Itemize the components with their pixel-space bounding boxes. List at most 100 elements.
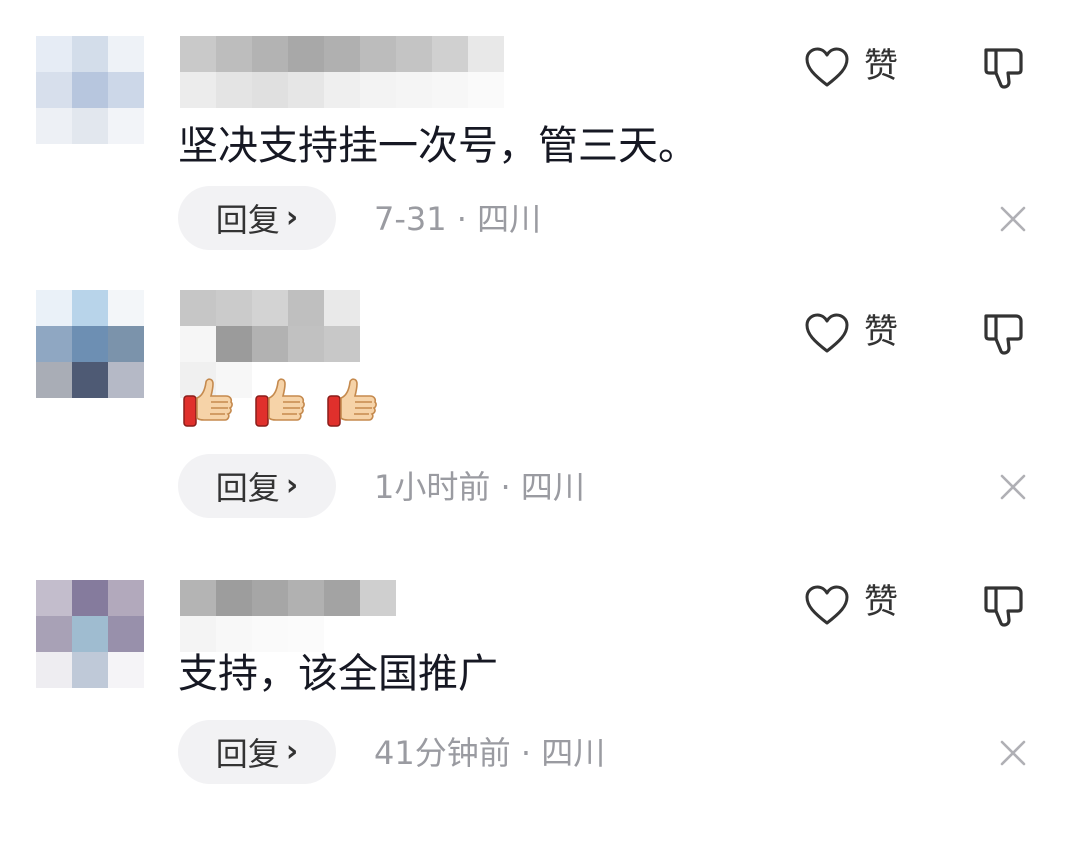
username-pixel <box>180 72 216 108</box>
comment-item: 坚决支持挂一次号，管三天。 赞 回复 › 7-31 · 四川 <box>0 36 1080 306</box>
username-pixel <box>252 290 288 326</box>
username-pixel <box>396 72 432 108</box>
username-pixel <box>216 326 252 362</box>
username-pixel <box>288 580 324 616</box>
avatar-pixel <box>36 36 72 72</box>
dislike-icon[interactable] <box>980 310 1026 356</box>
chevron-right-icon: › <box>285 733 299 769</box>
thumbs-up-icon <box>183 378 233 427</box>
username-pixel <box>324 580 360 616</box>
like-label[interactable]: 赞 <box>864 307 898 357</box>
chevron-right-icon: › <box>285 199 299 235</box>
username-pixel <box>180 290 216 326</box>
username-blurred[interactable] <box>180 36 510 108</box>
username-blurred[interactable] <box>180 580 400 652</box>
heart-icon[interactable] <box>804 584 850 626</box>
username-pixel <box>360 36 396 72</box>
emoji-row <box>180 374 380 430</box>
avatar-pixel <box>72 108 108 144</box>
comment-item: 赞 回复 › 1小时前 · 四川 <box>0 290 1080 560</box>
avatar-pixel <box>36 108 72 144</box>
avatar-pixel <box>72 290 108 326</box>
username-pixel <box>360 580 396 616</box>
avatar[interactable] <box>36 580 144 688</box>
avatar-pixel <box>108 362 144 398</box>
username-pixel <box>324 36 360 72</box>
avatar-pixel <box>108 616 144 652</box>
username-pixel <box>396 36 432 72</box>
avatar-pixel <box>108 290 144 326</box>
username-pixel <box>216 72 252 108</box>
username-pixel <box>432 36 468 72</box>
username-pixel <box>180 36 216 72</box>
comment-text: 支持，该全国推广 <box>178 651 498 697</box>
comment-meta: 1小时前 · 四川 <box>374 468 585 506</box>
username-pixel <box>288 326 324 362</box>
username-pixel <box>216 36 252 72</box>
avatar-pixel <box>72 580 108 616</box>
thumbs-up-icon <box>327 378 377 427</box>
username-pixel <box>324 326 360 362</box>
avatar-pixel <box>36 290 72 326</box>
avatar-pixel <box>36 652 72 688</box>
username-pixel <box>288 72 324 108</box>
username-pixel <box>252 36 288 72</box>
reply-label: 回复 <box>215 735 280 773</box>
avatar-pixel <box>108 652 144 688</box>
avatar-pixel <box>108 72 144 108</box>
avatar-pixel <box>108 326 144 362</box>
close-icon[interactable] <box>996 736 1030 770</box>
avatar-pixel <box>36 362 72 398</box>
comment-item: 支持，该全国推广 赞 回复 › 41分钟前 · 四川 <box>0 572 1080 842</box>
comment-meta: 7-31 · 四川 <box>374 200 542 238</box>
avatar-pixel <box>108 36 144 72</box>
like-label[interactable]: 赞 <box>864 577 898 627</box>
heart-icon[interactable] <box>804 46 850 88</box>
reply-button[interactable]: 回复 › <box>178 720 336 784</box>
avatar-pixel <box>72 72 108 108</box>
heart-icon[interactable] <box>804 312 850 354</box>
comment-text: 坚决支持挂一次号，管三天。 <box>178 123 698 169</box>
avatar-pixel <box>36 580 72 616</box>
avatar-pixel <box>72 36 108 72</box>
avatar-pixel <box>72 652 108 688</box>
avatar-pixel <box>72 326 108 362</box>
reply-label: 回复 <box>215 201 280 239</box>
avatar-pixel <box>36 616 72 652</box>
username-pixel <box>216 290 252 326</box>
avatar-pixel <box>36 326 72 362</box>
avatar-pixel <box>72 362 108 398</box>
username-pixel <box>324 290 360 326</box>
username-pixel <box>252 580 288 616</box>
reply-button[interactable]: 回复 › <box>178 186 336 250</box>
avatar[interactable] <box>36 36 144 144</box>
close-icon[interactable] <box>996 202 1030 236</box>
username-pixel <box>252 326 288 362</box>
username-pixel <box>288 36 324 72</box>
username-pixel <box>324 72 360 108</box>
avatar-pixel <box>72 616 108 652</box>
username-pixel <box>468 36 504 72</box>
like-label[interactable]: 赞 <box>864 41 898 91</box>
dislike-icon[interactable] <box>980 44 1026 90</box>
reply-label: 回复 <box>215 469 280 507</box>
username-pixel <box>432 72 468 108</box>
username-pixel <box>468 72 504 108</box>
username-pixel <box>180 580 216 616</box>
avatar-pixel <box>108 108 144 144</box>
comment-meta: 41分钟前 · 四川 <box>374 734 606 772</box>
username-pixel <box>252 72 288 108</box>
username-pixel <box>360 72 396 108</box>
username-pixel <box>180 326 216 362</box>
dislike-icon[interactable] <box>980 582 1026 628</box>
username-pixel <box>288 290 324 326</box>
avatar-pixel <box>108 580 144 616</box>
avatar[interactable] <box>36 290 144 398</box>
username-pixel <box>216 580 252 616</box>
thumbs-up-icon <box>255 378 305 427</box>
avatar-pixel <box>36 72 72 108</box>
chevron-right-icon: › <box>285 467 299 503</box>
username-blurred[interactable] <box>180 290 360 398</box>
close-icon[interactable] <box>996 470 1030 504</box>
reply-button[interactable]: 回复 › <box>178 454 336 518</box>
